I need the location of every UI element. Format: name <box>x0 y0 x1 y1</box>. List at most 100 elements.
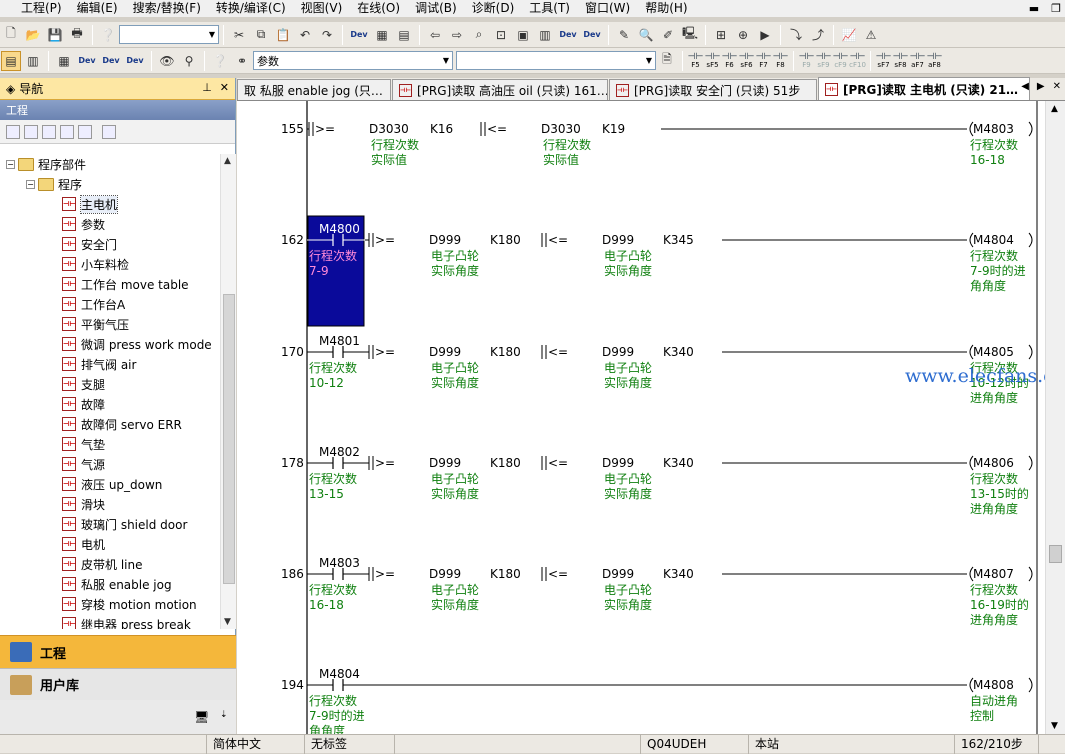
document-icon[interactable]: 🗎 <box>657 51 677 71</box>
more-icon[interactable]: ⇣ <box>220 710 228 720</box>
tree-item-program[interactable]: ⊣⊢ 电机 <box>0 534 220 554</box>
write-plc-icon[interactable]: ⇦ <box>425 25 445 45</box>
chart-icon[interactable]: 📈 <box>839 25 859 45</box>
collapse-icon[interactable]: − <box>26 179 35 189</box>
close-icon[interactable]: ✕ <box>220 81 229 94</box>
tree-scrollbar[interactable]: ▲ ▼ <box>220 154 236 629</box>
function-key-button[interactable]: ⊣⊢ F6 <box>722 51 738 69</box>
pen-icon[interactable]: ✐ <box>658 25 678 45</box>
read-plc-icon[interactable]: ⇨ <box>447 25 467 45</box>
search-toolbar-icon[interactable]: 🔍 <box>636 25 656 45</box>
step-out-icon[interactable]: ⤴ <box>808 25 828 45</box>
menu-item[interactable]: 诊断(D) <box>465 0 523 17</box>
menu-item[interactable]: 工具(T) <box>522 0 578 17</box>
device-monitor-icon[interactable]: Dev <box>557 25 579 45</box>
function-key-button[interactable]: ⊣⊢ sF5 <box>705 51 721 69</box>
tab-close-icon[interactable]: ✕ <box>1053 81 1061 92</box>
tree-item-program[interactable]: ⊣⊢ 参数 <box>0 214 220 234</box>
scroll-down-icon[interactable]: ▼ <box>1051 721 1058 731</box>
document-tab[interactable]: ⊣⊢ [PRG]读取 安全门 (只读) 51步 <box>609 79 817 100</box>
mdi-restore-icon[interactable]: ❐ <box>1051 0 1061 17</box>
binoculars-icon[interactable]: ⚭ <box>232 51 252 71</box>
refresh-icon[interactable] <box>78 124 92 139</box>
scroll-up-icon[interactable]: ▲ <box>1051 104 1058 114</box>
tree-item-program[interactable]: ⊣⊢ 皮带机 line <box>0 554 220 574</box>
save-icon[interactable]: 💾 <box>45 25 65 45</box>
tab-next-icon[interactable]: ▶ <box>1037 81 1045 92</box>
tree-item-program[interactable]: ⊣⊢ 工作台A <box>0 294 220 314</box>
menu-item[interactable]: 编辑(E) <box>70 0 126 17</box>
document-tab[interactable]: ⊣⊢ [PRG]读取 主电机 (只读) 21… <box>818 77 1030 100</box>
cut-icon[interactable]: ✂ <box>229 25 249 45</box>
search-target-combo[interactable]: ▼ <box>456 51 656 70</box>
tree-scroll-thumb[interactable] <box>223 294 235 584</box>
help-icon[interactable]: ❔ <box>210 51 230 71</box>
function-key-button[interactable]: ⊣⊢ F9 <box>799 51 815 69</box>
tree-item-program[interactable]: ⊣⊢ 支腿 <box>0 374 220 394</box>
function-key-button[interactable]: ⊣⊢ aF8 <box>927 51 943 69</box>
tree-item-program[interactable]: ⊣⊢ 小车料检 <box>0 254 220 274</box>
ladder-scrollbar[interactable]: ▲ ▼ <box>1045 101 1065 734</box>
warning-icon[interactable]: ⚠ <box>861 25 881 45</box>
collapse-icon[interactable]: − <box>6 159 15 169</box>
copy-icon[interactable]: ⧉ <box>251 25 271 45</box>
tree-item-program[interactable]: ⊣⊢ 排气阀 air <box>0 354 220 374</box>
tree-item-program[interactable]: ⊣⊢ 故障 <box>0 394 220 414</box>
tree-item-program[interactable]: ⊣⊢ 微调 press work mode <box>0 334 220 354</box>
ladder-run-icon[interactable]: ▶ <box>755 25 775 45</box>
new-file-icon[interactable]: 🗋 <box>1 25 21 45</box>
mdi-minimize-icon[interactable]: ▬ <box>1029 0 1039 17</box>
view-icon[interactable]: 👁 <box>157 51 177 71</box>
menu-item[interactable]: 调试(B) <box>408 0 465 17</box>
help-icon[interactable]: ❔ <box>98 25 118 45</box>
dev-list-icon[interactable]: Dev <box>76 51 98 71</box>
function-key-button[interactable]: ⊣⊢ sF8 <box>893 51 909 69</box>
nav-library-button[interactable]: 用户库 <box>0 668 236 700</box>
document-tab[interactable]: ⊣⊢ [PRG]读取 高油压 oil (只读) 161… <box>392 79 608 100</box>
function-key-button[interactable]: ⊣⊢ sF9 <box>816 51 832 69</box>
scroll-down-icon[interactable]: ▼ <box>224 617 231 627</box>
ladder-editor[interactable]: 155 >= D3030 K16 行程次数 实际值 <= D3030 K19 行程次数 实际值 M48… <box>237 101 1045 734</box>
tree-item-program[interactable]: ⊣⊢ 玻璃门 shield door <box>0 514 220 534</box>
device-icon[interactable]: Dev <box>348 25 370 45</box>
tree-item-program[interactable]: ⊣⊢ 气垫 <box>0 434 220 454</box>
menu-item[interactable]: 搜索/替换(F) <box>126 0 209 17</box>
tab-prev-icon[interactable]: ◀ <box>1021 81 1029 92</box>
function-key-button[interactable]: ⊣⊢ cF10 <box>849 51 866 69</box>
function-key-button[interactable]: ⊣⊢ cF9 <box>833 51 849 69</box>
function-key-button[interactable]: ⊣⊢ F5 <box>688 51 704 69</box>
search-combo[interactable]: 参数 ▼ <box>253 51 453 70</box>
edit-icon[interactable]: ✎ <box>614 25 634 45</box>
menu-item[interactable]: 转换/编译(C) <box>209 0 294 17</box>
ladder-add-icon[interactable]: ⊞ <box>711 25 731 45</box>
ladder-insert-icon[interactable]: ⊕ <box>733 25 753 45</box>
open-folder-icon[interactable]: 📂 <box>23 25 43 45</box>
redo-icon[interactable]: ↷ <box>317 25 337 45</box>
document-tab[interactable]: 取 私服 enable jog (只… <box>237 79 391 100</box>
tree-item-program[interactable]: ⊣⊢ 气源 <box>0 454 220 474</box>
new-item-icon[interactable] <box>6 124 20 139</box>
property-icon[interactable] <box>60 124 74 139</box>
tree-item-program[interactable]: ⊣⊢ 安全门 <box>0 234 220 254</box>
dev-table-icon[interactable]: Dev <box>124 51 146 71</box>
menu-item[interactable]: 在线(O) <box>350 0 408 17</box>
print-icon[interactable]: 🖶 <box>67 25 87 45</box>
batch-icon[interactable]: ▤ <box>394 25 414 45</box>
monitor-icon[interactable]: 🖥 <box>194 710 209 724</box>
menu-item[interactable]: 窗口(W) <box>578 0 638 17</box>
tree-item-program[interactable]: ⊣⊢ 液压 up_down <box>0 474 220 494</box>
tree-item-program[interactable]: ⊣⊢ 穿梭 motion motion <box>0 594 220 614</box>
verify-icon[interactable]: ▣ <box>513 25 533 45</box>
tree-item-program[interactable]: ⊣⊢ 滑块 <box>0 494 220 514</box>
menu-item[interactable]: 帮助(H) <box>638 0 695 17</box>
device-test-icon[interactable]: Dev <box>581 25 603 45</box>
function-key-button[interactable]: ⊣⊢ sF6 <box>739 51 755 69</box>
scroll-up-icon[interactable]: ▲ <box>224 156 231 166</box>
monitor-icon[interactable]: ⌕ <box>469 25 489 45</box>
paste-icon[interactable]: 📋 <box>273 25 293 45</box>
copy-item-icon[interactable] <box>24 124 38 139</box>
tree-node-program-parts[interactable]: − 程序部件 <box>0 154 220 174</box>
paste-item-icon[interactable] <box>42 124 56 139</box>
tree-item-program[interactable]: ⊣⊢ 继电器 press break <box>0 614 220 629</box>
function-key-button[interactable]: ⊣⊢ aF7 <box>910 51 926 69</box>
